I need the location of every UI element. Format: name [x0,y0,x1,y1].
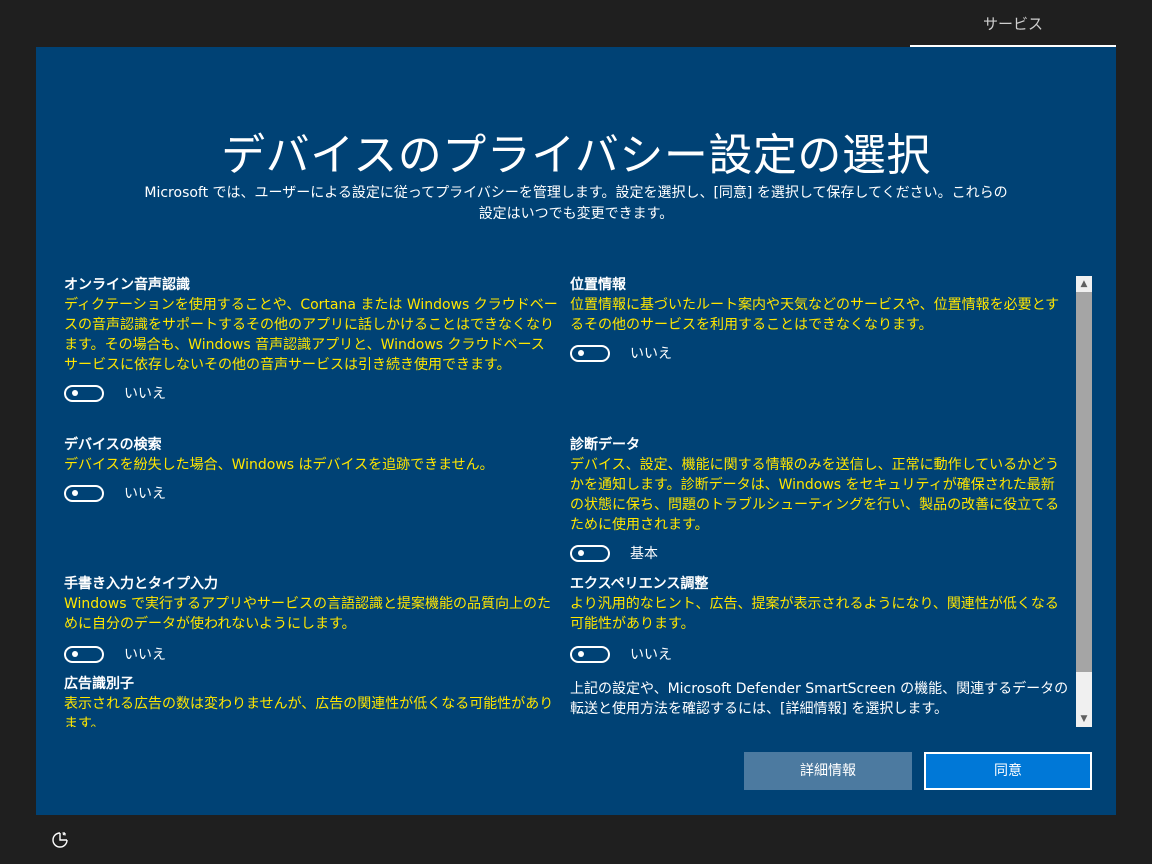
scroll-up-arrow-icon[interactable]: ▲ [1076,276,1092,292]
speech-toggle[interactable] [64,384,104,402]
toggle-knob [72,390,78,396]
setting-description: デバイス、設定、機能に関する情報のみを送信し、正常に動作しているかどうかを通知し… [570,457,1060,533]
settings-scroll-area[interactable]: オンライン音声認識 ディクテーションを使用することや、Cortana または W… [60,275,1080,727]
toggle-row: いいえ [64,643,560,665]
find-device-toggle[interactable] [64,484,104,502]
toggle-knob [578,350,584,356]
setting-inking-typing: 手書き入力とタイプ入力 Windows で実行するアプリやサービスの言語認識と提… [64,574,560,665]
tab-services[interactable]: サービス [910,0,1116,46]
location-toggle[interactable] [570,344,610,362]
setting-diagnostic-data: 診断データ デバイス、設定、機能に関する情報のみを送信し、正常に動作しているかど… [570,435,1066,564]
learn-more-button[interactable]: 詳細情報 [744,752,912,790]
setting-heading: 診断データ [570,437,640,453]
toggle-knob [72,651,78,657]
toggle-knob [578,651,584,657]
inking-toggle[interactable] [64,645,104,663]
ease-of-access-icon[interactable] [50,830,70,850]
toggle-state-label: いいえ [124,486,166,502]
setting-description: ディクテーションを使用することや、Cortana または Windows クラウ… [64,297,558,373]
setting-heading: エクスペリエンス調整 [570,576,709,592]
setting-heading: 手書き入力とタイプ入力 [64,576,218,592]
toggle-knob [578,550,584,556]
toggle-state-label: 基本 [630,546,658,562]
accept-button[interactable]: 同意 [924,752,1092,790]
setting-heading: デバイスの検索 [64,437,162,453]
toggle-row: いいえ [64,382,560,404]
vertical-scrollbar[interactable]: ▲ ▼ [1076,276,1092,727]
learn-more-note: 上記の設定や、Microsoft Defender SmartScreen の機… [570,681,1069,717]
scroll-down-arrow-icon[interactable]: ▼ [1076,711,1092,727]
setting-find-device: デバイスの検索 デバイスを紛失した場合、Windows はデバイスを追跡できませ… [64,435,560,504]
setting-description: 表示される広告の数は変わりませんが、広告の関連性が低くなる可能性があります。 [64,696,554,727]
toggle-state-label: いいえ [630,346,672,362]
toggle-row: 基本 [570,542,1066,564]
toggle-state-label: いいえ [124,647,166,663]
toggle-state-label: いいえ [630,647,672,663]
page-subtitle: Microsoft では、ユーザーによる設定に従ってプライバシーを管理します。設… [106,183,1046,225]
diagnostics-toggle[interactable] [570,544,610,562]
top-bar: サービス [0,0,1152,47]
setting-advertising-id: 広告識別子 表示される広告の数は変わりませんが、広告の関連性が低くなる可能性があ… [64,674,560,727]
setting-description: より汎用的なヒント、広告、提案が表示されるようになり、関連性が低くなる可能性があ… [570,596,1059,632]
toggle-knob [72,490,78,496]
toggle-row: いいえ [570,342,1066,364]
page-title: デバイスのプライバシー設定の選択 [221,130,931,181]
setting-description: Windows で実行するアプリやサービスの言語認識と提案機能の品質向上のために… [64,596,551,632]
setting-description: デバイスを紛失した場合、Windows はデバイスを追跡できません。 [64,457,494,473]
experience-toggle[interactable] [570,645,610,663]
setting-heading: オンライン音声認識 [64,277,190,293]
subtitle-line-1: Microsoft では、ユーザーによる設定に従ってプライバシーを管理します。設… [144,185,1008,201]
toggle-row: いいえ [570,643,1066,665]
toggle-row: いいえ [64,482,560,504]
privacy-panel: デバイスのプライバシー設定の選択 Microsoft では、ユーザーによる設定に… [36,47,1116,815]
toggle-state-label: いいえ [124,386,166,402]
setting-heading: 位置情報 [570,277,626,293]
setting-online-speech: オンライン音声認識 ディクテーションを使用することや、Cortana または W… [64,275,560,404]
subtitle-line-2: 設定はいつでも変更できます。 [478,206,674,222]
setting-tailored-experiences: エクスペリエンス調整 より汎用的なヒント、広告、提案が表示されるようになり、関連… [570,574,1066,665]
scroll-thumb[interactable] [1076,292,1092,672]
setting-description: 位置情報に基づいたルート案内や天気などのサービスや、位置情報を必要とするその他の… [570,297,1060,333]
setting-location: 位置情報 位置情報に基づいたルート案内や天気などのサービスや、位置情報を必要とす… [570,275,1066,364]
setting-heading: 広告識別子 [64,676,134,692]
